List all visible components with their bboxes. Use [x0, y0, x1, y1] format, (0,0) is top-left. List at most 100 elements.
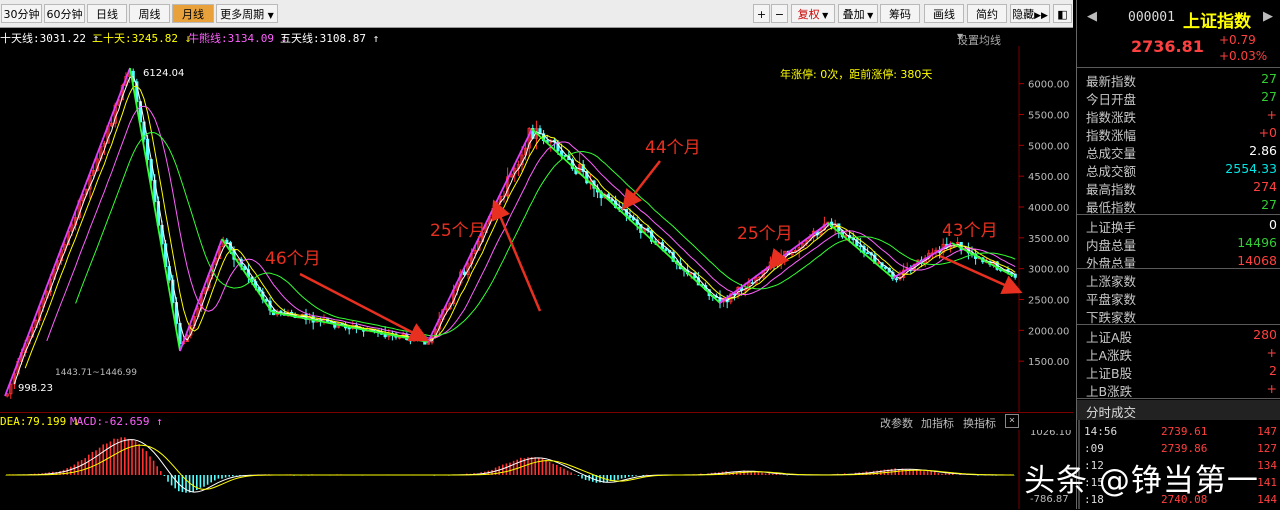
quote-row: 上A涨跌 + — [1077, 344, 1280, 363]
period-30min-button[interactable]: 30分钟 — [1, 4, 42, 23]
quote-row-value: 0 — [1269, 217, 1277, 232]
stock-name: 上证指数 — [1183, 12, 1251, 32]
tick-volume: 141 — [1257, 476, 1277, 489]
quote-row-value: + — [1266, 345, 1277, 360]
quote-row: 上B涨跌 + — [1077, 380, 1280, 399]
zoom-out-button[interactable]: − — [771, 4, 788, 23]
edit-params-button[interactable]: 改参数 — [880, 415, 913, 431]
divider — [1077, 67, 1280, 68]
quote-row-value: 27 — [1261, 71, 1277, 86]
quote-row-value: 280 — [1253, 327, 1277, 342]
candle-body — [347, 327, 351, 330]
double-chevron-right-icon: ▶▶ — [1034, 11, 1048, 21]
price-tick-label: 3000.00 — [1028, 265, 1069, 276]
quote-row-value: + — [1266, 381, 1277, 396]
tick-volume: 147 — [1257, 425, 1277, 438]
quote-row: 最低指数 27 — [1077, 196, 1280, 215]
overlay-dropdown[interactable]: 叠加 ▼ — [838, 4, 878, 23]
quote-row-value: 2.86 — [1249, 143, 1277, 158]
quote-row: 指数涨幅 +0 — [1077, 124, 1280, 143]
next-stock-icon[interactable]: ▶ — [1263, 9, 1273, 24]
price-tick-label: 4000.00 — [1028, 203, 1069, 214]
close-indicator-button[interactable]: × — [1005, 414, 1019, 428]
quote-row: 上证换手 0 — [1077, 216, 1280, 235]
annotation-label: 44个月 — [645, 138, 701, 158]
panel-toggle-button[interactable]: ◧ — [1053, 4, 1072, 23]
zoom-in-button[interactable]: + — [753, 4, 770, 23]
ticks-title: 分时成交 — [1086, 405, 1137, 420]
chips-button[interactable]: 筹码 — [880, 4, 920, 23]
period-week-button[interactable]: 周线 — [129, 4, 170, 23]
annotation-label: 25个月 — [430, 221, 486, 241]
price-change: +0.79 — [1219, 33, 1256, 47]
macd-chart[interactable]: 1026.10 -786.87 — [0, 430, 1073, 509]
period-month-button[interactable]: 月线 — [172, 4, 214, 23]
draw-line-button[interactable]: 画线 — [924, 4, 964, 23]
candle-body — [408, 339, 413, 342]
quote-row-value: 2 — [1269, 363, 1277, 378]
candle-body — [628, 215, 632, 218]
more-periods-dropdown[interactable]: 更多周期 ▼ — [216, 4, 278, 23]
ma5-value: 五天线:3108.87 ↑ — [280, 32, 380, 45]
high-point-label: 6124.04 — [143, 68, 184, 79]
panel-toggle-icon: ◧ — [1057, 8, 1068, 21]
quote-row: 上涨家数 — [1077, 270, 1280, 289]
price-tick-label: 5500.00 — [1028, 110, 1069, 121]
price-chart[interactable]: 6000.00 5500.00 5000.00 4500.00 4000.00 3500.… — [0, 46, 1073, 412]
tick-time: :09 — [1084, 442, 1104, 455]
period-toolbar: 30分钟 60分钟 日线 周线 月线 更多周期 ▼ + − 复权 ▼ 叠加 ▼ … — [0, 0, 1073, 28]
rights-adjust-dropdown[interactable]: 复权 ▼ — [791, 4, 835, 23]
quote-row-value: 2554.33 — [1225, 161, 1277, 176]
chevron-down-icon: ▼ — [267, 11, 274, 20]
period-day-button[interactable]: 日线 — [87, 4, 127, 23]
chevron-down-icon: ▼ — [957, 32, 964, 41]
quote-row-value: 14068 — [1237, 253, 1277, 268]
moving-average-legend: 十天线:3031.22 ↑ 二十天:3245.82 ↓ 牛熊线:3134.09 … — [0, 28, 1073, 47]
quote-row: 平盘家数 — [1077, 288, 1280, 307]
macd-value: MACD:-62.659 ↑ — [70, 415, 163, 428]
last-price: 2736.81 — [1131, 37, 1204, 56]
tick-volume: 134 — [1257, 459, 1277, 472]
annotation-label: 46个月 — [265, 249, 321, 269]
divider — [1077, 324, 1280, 325]
ticks-header: 分时成交 — [1077, 400, 1280, 420]
macd-header: DEA:79.199 ↓ MACD:-62.659 ↑ 改参数 加指标 换指标 … — [0, 412, 1073, 430]
dea-value: DEA:79.199 ↓ — [0, 415, 80, 428]
quote-row: 内盘总量 14496 — [1077, 234, 1280, 253]
quote-row: 今日开盘 27 — [1077, 88, 1280, 107]
tick-volume: 144 — [1257, 493, 1277, 506]
price-tick-label: 6000.00 — [1028, 80, 1069, 91]
price-tick-label: 1500.00 — [1028, 357, 1069, 368]
annotation-label: 25个月 — [737, 224, 793, 244]
quote-row: 最高指数 274 — [1077, 178, 1280, 197]
quote-row: 总成交额 2554.33 — [1077, 160, 1280, 179]
prev-stock-icon[interactable]: ◀ — [1087, 9, 1097, 24]
macd-top-tick: 1026.10 — [1030, 430, 1071, 438]
limit-info-text: 年涨停: 0次，距前涨停: 380天 — [780, 67, 932, 81]
overlay-label: 叠加 — [842, 8, 865, 21]
quote-row: 下跌家数 — [1077, 306, 1280, 325]
quote-row-value: 14496 — [1237, 235, 1277, 250]
quote-row-value: 27 — [1261, 197, 1277, 212]
rights-adjust-label: 复权 — [797, 8, 820, 21]
quote-row: 上证A股 280 — [1077, 326, 1280, 345]
hide-button[interactable]: 隐藏▶▶ — [1010, 4, 1050, 23]
quote-row: 总成交量 2.86 — [1077, 142, 1280, 161]
quote-panel: ◀ 000001 上证指数 ▶ 2736.81 +0.79 +0.03% 最新指… — [1076, 0, 1280, 509]
tick-volume: 127 — [1257, 442, 1277, 455]
candle-body — [894, 278, 899, 281]
tick-price: 2739.61 — [1161, 425, 1208, 438]
period-60min-button[interactable]: 60分钟 — [44, 4, 85, 23]
divider — [1077, 398, 1280, 399]
change-indicator-button[interactable]: 换指标 — [963, 415, 996, 431]
quote-row: 指数涨跌 + — [1077, 106, 1280, 125]
annotation-label: 43个月 — [942, 221, 998, 241]
ma10-value: 十天线:3031.22 ↑ — [0, 32, 100, 45]
add-indicator-button[interactable]: 加指标 — [921, 415, 954, 431]
tick-price: 2739.86 — [1161, 442, 1208, 455]
divider — [1077, 268, 1280, 269]
candle-body — [858, 245, 863, 248]
price-tick-label: 4500.00 — [1028, 172, 1069, 183]
candle-body — [866, 252, 870, 255]
simple-mode-button[interactable]: 简约 — [967, 4, 1007, 23]
